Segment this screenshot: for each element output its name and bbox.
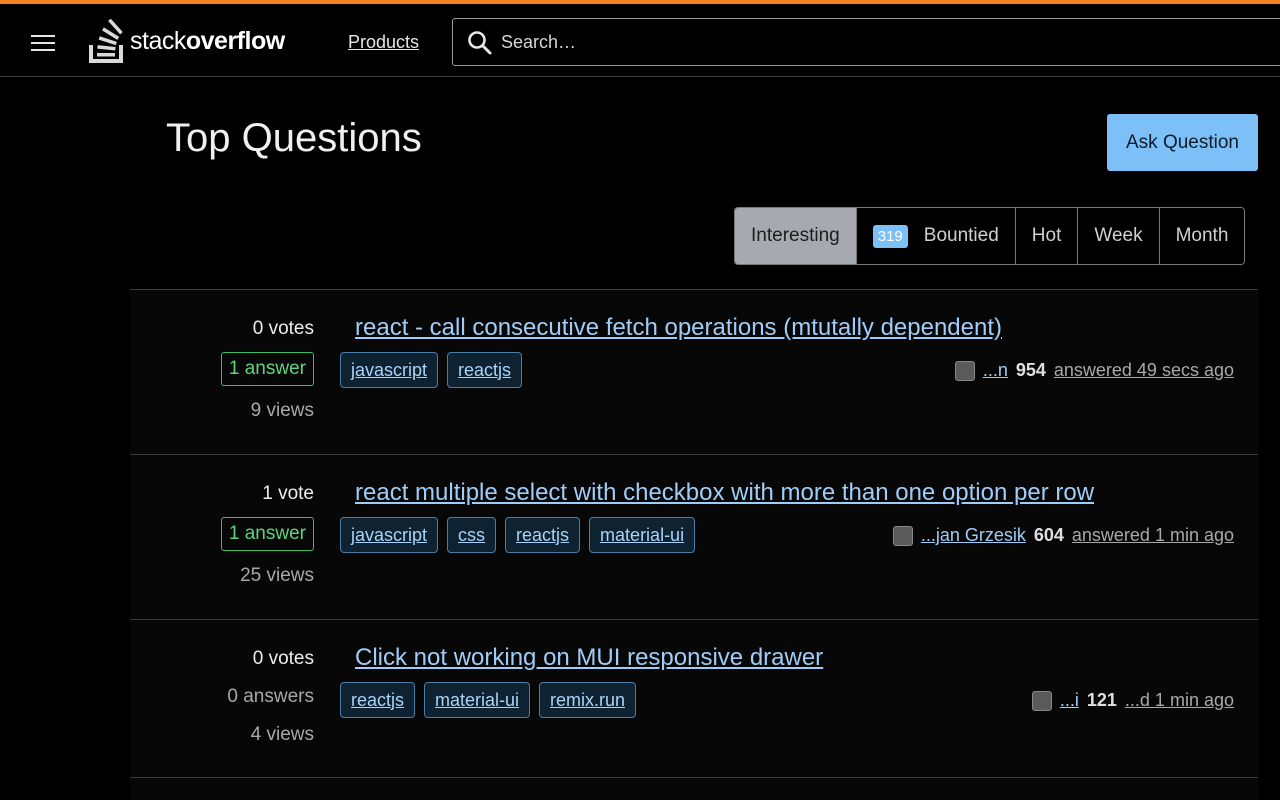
activity-time-link[interactable]: answered 1 min ago [1072, 525, 1234, 546]
question-activity-meta: ...jan Grzesik 604 answered 1 min ago [892, 525, 1234, 546]
tag-reactjs[interactable]: reactjs [447, 352, 523, 388]
filter-tab-week[interactable]: Week [1077, 208, 1159, 264]
vote-count: 0 votes [252, 318, 314, 339]
search-input[interactable] [501, 29, 1201, 55]
question-title-link[interactable]: Click not working on MUI responsive draw… [355, 644, 823, 672]
filter-label: Bountied [923, 225, 999, 246]
question-stats: 0 votes 1 answer 9 views [114, 290, 314, 455]
question-summary: 1 vote 1 answer 25 views react multiple … [130, 455, 1258, 620]
tag-remix-run[interactable]: remix.run [539, 682, 637, 718]
question-stats: 0 votes 0 answers 4 views [114, 620, 314, 778]
question-filter-tabs: Interesting 319 Bountied Hot Week Month [734, 207, 1246, 265]
filter-label: Hot [1031, 225, 1062, 246]
question-list: 0 votes 1 answer 9 views react - call co… [130, 289, 1258, 800]
filter-label: Interesting [751, 225, 840, 246]
answer-count: 1 answer [220, 517, 314, 551]
tag-reactjs[interactable]: reactjs [340, 682, 416, 718]
stack-logo-icon [89, 19, 123, 63]
filter-tab-month[interactable]: Month [1158, 208, 1245, 264]
filter-label: Month [1175, 225, 1229, 246]
answer-count: 1 answer [220, 352, 314, 386]
tag-material-ui[interactable]: material-ui [424, 682, 531, 718]
tag-reactjs[interactable]: reactjs [505, 517, 581, 553]
filter-tab-bountied[interactable]: 319 Bountied [855, 208, 1015, 264]
page-title: Top Questions [166, 116, 422, 160]
vote-count: 1 vote [262, 483, 314, 504]
question-summary-partial [130, 778, 1258, 800]
tag-javascript[interactable]: javascript [340, 517, 439, 553]
user-avatar[interactable] [954, 360, 975, 381]
user-name-link[interactable]: ...n [983, 360, 1008, 381]
user-reputation: 604 [1033, 525, 1064, 545]
tag-list: reactjs material-ui remix.run [340, 682, 637, 718]
search-box [452, 18, 1280, 66]
tag-material-ui[interactable]: material-ui [589, 517, 696, 553]
question-stats: 1 vote 1 answer 25 views [114, 455, 314, 620]
activity-time-link[interactable]: answered 49 secs ago [1054, 360, 1234, 381]
question-activity-meta: ...n 954 answered 49 secs ago [954, 360, 1234, 381]
tag-list: javascript css reactjs material-ui [340, 517, 696, 553]
answer-count: 0 answers [227, 686, 314, 707]
brand-bold: overflow [185, 26, 285, 55]
user-avatar[interactable] [892, 525, 913, 546]
question-summary: 0 votes 1 answer 9 views react - call co… [130, 290, 1258, 455]
tag-javascript[interactable]: javascript [340, 352, 439, 388]
filter-label: Week [1094, 225, 1143, 246]
question-title-link[interactable]: react multiple select with checkbox with… [355, 479, 1094, 507]
question-activity-meta: ...i 121 ...d 1 min ago [1031, 690, 1234, 711]
view-count: 4 views [250, 724, 314, 745]
products-link[interactable]: Products [348, 32, 419, 53]
user-name-link[interactable]: ...jan Grzesik [921, 525, 1026, 546]
site-logo-link[interactable]: stackoverflow [88, 16, 285, 66]
activity-time-link[interactable]: ...d 1 min ago [1125, 690, 1234, 711]
user-avatar[interactable] [1031, 690, 1052, 711]
user-reputation: 954 [1015, 360, 1046, 380]
vote-count: 0 votes [252, 648, 314, 669]
site-wordmark: stackoverflow [130, 27, 285, 56]
filter-tab-hot[interactable]: Hot [1014, 208, 1078, 264]
top-navigation-bar: stackoverflow Products [0, 4, 1280, 77]
tag-css[interactable]: css [447, 517, 497, 553]
user-reputation: 121 [1086, 690, 1117, 710]
bounty-count-badge: 319 [872, 224, 908, 248]
brand-light: stack [130, 26, 186, 55]
filter-tab-interesting[interactable]: Interesting [735, 208, 856, 264]
menu-hamburger-button[interactable] [22, 29, 64, 59]
hamburger-line [31, 49, 55, 51]
view-count: 9 views [250, 400, 314, 421]
ask-question-button[interactable]: Ask Question [1107, 114, 1258, 171]
hamburger-line [31, 35, 55, 37]
question-title-link[interactable]: react - call consecutive fetch operation… [355, 314, 1002, 342]
view-count: 25 views [240, 565, 314, 586]
tag-list: javascript reactjs [340, 352, 523, 388]
user-name-link[interactable]: ...i [1060, 690, 1079, 711]
search-icon [468, 31, 492, 55]
hamburger-line [31, 42, 55, 44]
question-summary: 0 votes 0 answers 4 views Click not work… [130, 620, 1258, 778]
